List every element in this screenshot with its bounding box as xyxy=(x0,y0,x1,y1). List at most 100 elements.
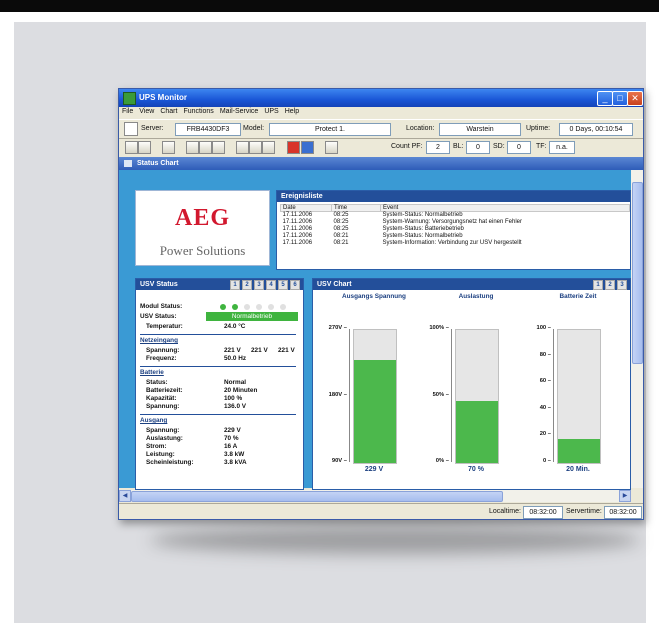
save-icon[interactable] xyxy=(138,141,151,154)
menu-file[interactable]: File xyxy=(119,107,136,116)
table-row[interactable]: 17.11.2006 08:21 System-Status: Normalbetr… xyxy=(281,233,630,240)
localtime-label: Localtime: xyxy=(489,508,521,515)
event-time: 08:21 xyxy=(333,233,349,239)
horizontal-scroll-thumb[interactable] xyxy=(131,491,503,502)
status-bar: Localtime: 08:32:00 Servertime: 08:32:00 xyxy=(119,503,643,519)
usv-status-tabs: 123456 xyxy=(228,280,300,290)
chart-tab-3[interactable]: 3 xyxy=(617,280,627,290)
a-span-label: Spannung: xyxy=(146,427,180,434)
a-leist-value: 3.8 kW xyxy=(224,451,245,458)
divider xyxy=(140,414,296,415)
gauge-tick-label: 90V – xyxy=(331,458,347,464)
gauge-bar xyxy=(455,329,499,464)
netzeingang-title: Netzeingang xyxy=(140,337,178,344)
usv-tab-6[interactable]: 6 xyxy=(290,280,300,290)
connect-icon[interactable] xyxy=(162,141,175,154)
col-time[interactable]: Time xyxy=(331,204,381,212)
usv-status-value: Normalbetrieb xyxy=(206,312,298,321)
title-bar[interactable]: UPS Monitor _ □ ✕ xyxy=(119,89,643,107)
event-time: 08:25 xyxy=(333,212,349,218)
tool-icon[interactable] xyxy=(236,141,249,154)
menu-bar: File View Chart Functions Mail-Service UPS Hel… xyxy=(119,107,643,118)
col-event[interactable]: Event xyxy=(380,204,630,212)
gauge-tick-label: 0 – xyxy=(542,458,551,464)
menu-chart[interactable]: Chart xyxy=(157,107,180,116)
top-black-strip xyxy=(0,0,659,12)
a-strom-label: Strom: xyxy=(146,443,167,450)
chart-tab-1[interactable]: 1 xyxy=(593,280,603,290)
menu-ups[interactable]: UPS xyxy=(261,107,281,116)
modul-status-label: Modul Status: xyxy=(140,303,183,310)
a-schein-value: 3.8 kVA xyxy=(224,459,247,466)
a-ausl-value: 70 % xyxy=(224,435,239,442)
gauge-fill xyxy=(456,400,498,463)
servertime-label: Servertime: xyxy=(566,508,602,515)
spannung-l3: 221 V xyxy=(278,347,295,354)
col-date[interactable]: Date xyxy=(280,204,332,212)
sd-label: SD: xyxy=(493,143,505,150)
usv-status-title: USV Status xyxy=(140,281,178,288)
count-pf-label: Count PF: xyxy=(391,143,423,150)
event-date: 17.11.2006 xyxy=(282,233,313,239)
modul-status-dot xyxy=(280,304,286,310)
test-icon[interactable] xyxy=(325,141,338,154)
localtime-field: 08:32:00 xyxy=(523,506,563,519)
modul-status-dot xyxy=(232,304,238,310)
table-row[interactable]: 17.11.2006 08:25 System-Warnung: Versorgun… xyxy=(281,219,630,226)
vertical-scroll-thumb[interactable] xyxy=(632,182,643,364)
menu-mail-service[interactable]: Mail-Service xyxy=(217,107,262,116)
temperature-label: Temperatur: xyxy=(146,323,183,330)
menu-functions[interactable]: Functions xyxy=(180,107,216,116)
model-label: Model: xyxy=(243,125,265,132)
gauge-tick-label: 60 – xyxy=(539,378,551,385)
usv-tab-3[interactable]: 3 xyxy=(254,280,264,290)
mail-icon[interactable] xyxy=(262,141,275,154)
gauge-bar xyxy=(557,329,601,464)
usv-tab-5[interactable]: 5 xyxy=(278,280,288,290)
minimize-button[interactable]: _ xyxy=(597,91,613,106)
print-icon[interactable] xyxy=(199,141,212,154)
config-icon[interactable] xyxy=(249,141,262,154)
window-shadow xyxy=(150,526,640,554)
b-span-value: 136.0 V xyxy=(224,403,247,410)
usv-chart-header: USV Chart 123 xyxy=(313,279,630,290)
table-row[interactable]: 17.11.2006 08:25 System-Status: Batteriebe… xyxy=(281,226,630,233)
alarm-icon[interactable] xyxy=(301,141,314,154)
gauge-tick-label: 100 – xyxy=(536,325,551,331)
export-icon[interactable] xyxy=(212,141,225,154)
table-row[interactable]: 17.11.2006 08:21 System-Information: Verbi… xyxy=(281,240,630,247)
stop-icon[interactable] xyxy=(287,141,300,154)
bl-label: BL: xyxy=(453,143,464,150)
usv-status-label: USV Status: xyxy=(140,313,177,320)
open-icon[interactable] xyxy=(125,141,138,154)
report-icon[interactable] xyxy=(186,141,199,154)
gauge-axis xyxy=(451,329,452,462)
maximize-button[interactable]: □ xyxy=(612,91,628,106)
usv-tab-1[interactable]: 1 xyxy=(230,280,240,290)
event-date: 17.11.2006 xyxy=(282,240,313,246)
usv-status-header: USV Status 123456 xyxy=(136,279,303,290)
a-strom-value: 16 A xyxy=(224,443,238,450)
b-span-label: Spannung: xyxy=(146,403,180,410)
app-icon xyxy=(123,92,136,105)
chart-tab-2[interactable]: 2 xyxy=(605,280,615,290)
gauge-title: Ausgangs Spannung xyxy=(342,293,406,300)
scroll-right-arrow[interactable]: ▶ xyxy=(619,490,631,502)
gauge-fill xyxy=(558,438,600,463)
a-leist-label: Leistung: xyxy=(146,451,175,458)
status-chart-header: Status Chart xyxy=(119,157,643,170)
menu-view[interactable]: View xyxy=(136,107,157,116)
usv-tab-2[interactable]: 2 xyxy=(242,280,252,290)
scroll-left-arrow[interactable]: ◀ xyxy=(119,490,131,502)
table-row[interactable]: 17.11.2006 08:25 System-Status: Normalbetr… xyxy=(281,212,630,220)
horizontal-scrollbar[interactable]: ◀ ▶ xyxy=(119,490,631,502)
chart-icon[interactable] xyxy=(124,122,138,136)
spannung-l1: 221 V xyxy=(224,347,241,354)
b-kap-label: Kapazität: xyxy=(146,395,177,402)
frequenz-label: Frequenz: xyxy=(146,355,177,362)
close-button[interactable]: ✕ xyxy=(627,91,643,106)
vertical-scrollbar[interactable] xyxy=(631,170,643,488)
menu-help[interactable]: Help xyxy=(282,107,302,116)
usv-tab-4[interactable]: 4 xyxy=(266,280,276,290)
frequenz-value: 50.0 Hz xyxy=(224,355,247,362)
